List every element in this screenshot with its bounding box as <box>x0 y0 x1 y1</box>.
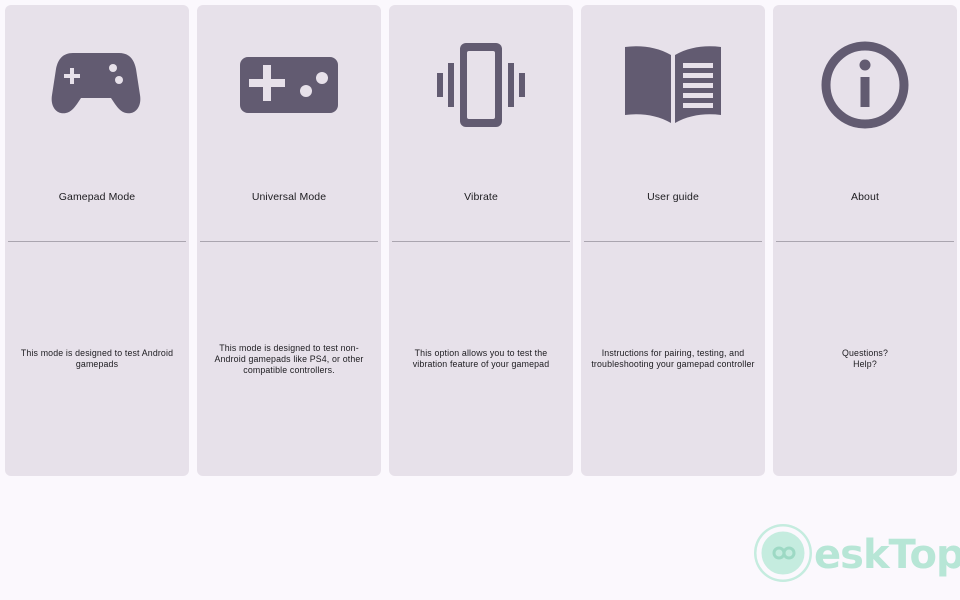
card-title: Universal Mode <box>251 191 327 203</box>
description-text: Questions? Help? <box>842 348 888 369</box>
card-title: About <box>851 191 879 203</box>
card-header[interactable]: About <box>773 5 957 241</box>
gamepad-icon <box>51 53 141 114</box>
card-description: This option allows you to test the vibra… <box>397 242 565 476</box>
card-gamepad-mode[interactable]: Gamepad Mode This mode is designed to te… <box>5 5 189 476</box>
mode-cards: Gamepad Mode This mode is designed to te… <box>0 0 960 600</box>
card-header[interactable]: Gamepad Mode <box>5 5 189 241</box>
card-vibrate[interactable]: Vibrate This option allows you to test t… <box>389 5 573 476</box>
card-about[interactable]: About Questions? Help? <box>773 5 957 476</box>
description-text: This mode is designed to test non-Androi… <box>214 342 364 375</box>
card-header[interactable]: Vibrate <box>389 5 573 241</box>
card-user-guide[interactable]: User guide Instructions for pairing, tes… <box>581 5 765 476</box>
desktop-logo <box>756 526 810 580</box>
book-icon <box>625 46 721 123</box>
card-title: Vibrate <box>464 191 498 203</box>
card-header[interactable]: User guide <box>581 5 765 241</box>
watermark: eskTop <box>752 522 960 584</box>
controller-icon <box>240 57 338 113</box>
card-universal-mode[interactable]: Universal Mode This mode is designed to … <box>197 5 381 476</box>
info-icon <box>821 41 909 129</box>
card-description: This mode is designed to test Android ga… <box>13 242 181 476</box>
description-text: This mode is designed to test Android ga… <box>20 348 174 369</box>
card-description: This mode is designed to test non-Androi… <box>205 242 373 476</box>
watermark-text: eskTop <box>814 532 960 578</box>
card-header[interactable]: Universal Mode <box>197 5 381 241</box>
card-title: User guide <box>647 191 699 203</box>
card-description: Questions? Help? <box>781 242 949 476</box>
description-text: This option allows you to test the vibra… <box>412 348 550 369</box>
card-description: Instructions for pairing, testing, and t… <box>589 242 757 476</box>
vibration-icon <box>437 43 525 127</box>
description-text: Instructions for pairing, testing, and t… <box>591 348 755 369</box>
card-title: Gamepad Mode <box>58 191 136 203</box>
